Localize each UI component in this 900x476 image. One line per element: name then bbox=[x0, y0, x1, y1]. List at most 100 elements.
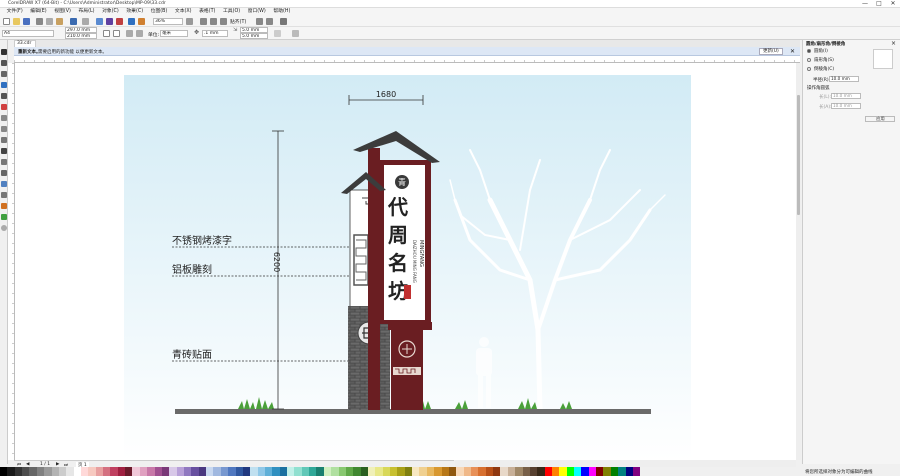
horizontal-scrollbar[interactable] bbox=[455, 460, 796, 467]
palette-swatch[interactable] bbox=[235, 467, 243, 476]
palette-swatch[interactable] bbox=[323, 467, 332, 476]
palette-swatch[interactable] bbox=[154, 467, 162, 476]
palette-swatch[interactable] bbox=[257, 467, 265, 476]
palette-swatch[interactable] bbox=[463, 467, 471, 476]
paste-icon[interactable] bbox=[56, 18, 63, 25]
add-frame-icon[interactable] bbox=[274, 30, 281, 37]
menu-table[interactable]: 表格(T) bbox=[196, 8, 218, 16]
palette-swatch[interactable] bbox=[331, 467, 339, 476]
menu-view[interactable]: 视图(V) bbox=[51, 8, 74, 16]
export-icon[interactable] bbox=[116, 18, 123, 25]
palette-swatch[interactable] bbox=[412, 467, 420, 476]
palette-swatch[interactable] bbox=[198, 467, 207, 476]
connector-tool-icon[interactable] bbox=[1, 170, 7, 176]
cut-icon[interactable] bbox=[36, 18, 43, 25]
new-icon[interactable] bbox=[3, 18, 10, 25]
palette-swatch[interactable] bbox=[220, 467, 229, 476]
close-button[interactable]: ✕ bbox=[886, 0, 900, 8]
page-height-field[interactable]: 210.0 mm bbox=[65, 33, 97, 39]
palette-swatch[interactable] bbox=[66, 467, 74, 476]
palette-swatch[interactable] bbox=[471, 467, 479, 476]
palette-swatch[interactable] bbox=[213, 467, 221, 476]
interactive-effects-icon[interactable] bbox=[1, 181, 7, 187]
palette-swatch[interactable] bbox=[625, 467, 633, 476]
menu-text[interactable]: 文本(X) bbox=[172, 8, 195, 16]
palette-swatch[interactable] bbox=[139, 467, 148, 476]
menu-edit[interactable]: 编辑(E) bbox=[27, 8, 49, 16]
save-icon[interactable] bbox=[23, 18, 30, 25]
open-icon[interactable] bbox=[13, 18, 20, 25]
menu-object[interactable]: 对象(C) bbox=[99, 8, 122, 16]
options-icon[interactable] bbox=[256, 18, 263, 25]
add-tool-icon[interactable] bbox=[1, 225, 7, 231]
zoom-tool-icon[interactable] bbox=[1, 82, 7, 88]
palette-swatch[interactable] bbox=[301, 467, 310, 476]
zoom-options-icon[interactable] bbox=[280, 18, 287, 25]
palette-swatch[interactable] bbox=[176, 467, 184, 476]
units-select[interactable]: 毫米 bbox=[160, 30, 188, 37]
palette-swatch[interactable] bbox=[22, 467, 30, 476]
landscape-icon[interactable] bbox=[113, 30, 120, 37]
menu-window[interactable]: 窗口(W) bbox=[245, 8, 269, 16]
palette-swatch[interactable] bbox=[117, 467, 126, 476]
app-launcher-icon[interactable] bbox=[138, 18, 145, 25]
drawing-canvas[interactable]: 青 代 周 名 坊 DAIZHOU MING FANG MINGFANG 168… bbox=[15, 63, 796, 460]
palette-swatch[interactable] bbox=[80, 467, 89, 476]
palette-swatch[interactable] bbox=[610, 467, 619, 476]
tab-document[interactable]: 33.cdr bbox=[14, 40, 36, 47]
palette-swatch[interactable] bbox=[419, 467, 427, 476]
smart-fill-icon[interactable] bbox=[1, 214, 7, 220]
palette-swatch[interactable] bbox=[382, 467, 391, 476]
palette-swatch[interactable] bbox=[125, 467, 133, 476]
palette-swatch[interactable] bbox=[242, 467, 251, 476]
palette-swatch[interactable] bbox=[309, 467, 317, 476]
palette-swatch[interactable] bbox=[375, 467, 383, 476]
nudge-distance-field[interactable]: .1 mm bbox=[202, 30, 228, 37]
palette-swatch[interactable] bbox=[183, 467, 192, 476]
copy-icon[interactable] bbox=[46, 18, 53, 25]
palette-swatch[interactable] bbox=[441, 467, 449, 476]
palette-swatch[interactable] bbox=[132, 467, 140, 476]
palette-swatch[interactable] bbox=[147, 467, 155, 476]
palette-swatch[interactable] bbox=[515, 467, 523, 476]
ellipse-tool-icon[interactable] bbox=[1, 126, 7, 132]
palette-swatch[interactable] bbox=[574, 467, 582, 476]
undo-icon[interactable] bbox=[70, 18, 77, 25]
palette-swatch[interactable] bbox=[448, 467, 457, 476]
palette-swatch[interactable] bbox=[73, 467, 81, 476]
palette-swatch[interactable] bbox=[618, 467, 626, 476]
palette-swatch[interactable] bbox=[478, 467, 486, 476]
palette-swatch[interactable] bbox=[7, 467, 15, 476]
length2-input[interactable]: 10.0 mm bbox=[831, 103, 861, 109]
vertical-scroll-thumb[interactable] bbox=[797, 95, 800, 215]
radius-input[interactable]: 10.0 mm bbox=[829, 76, 859, 82]
full-screen-icon[interactable] bbox=[186, 18, 193, 25]
crop-tool-icon[interactable] bbox=[1, 71, 7, 77]
duplicate-y-field[interactable]: 5.0 mm bbox=[240, 33, 268, 39]
minimize-button[interactable]: — bbox=[858, 0, 872, 8]
palette-swatch[interactable] bbox=[456, 467, 464, 476]
palette-swatch[interactable] bbox=[14, 467, 23, 476]
palette-swatch[interactable] bbox=[44, 467, 52, 476]
palette-swatch[interactable] bbox=[522, 467, 530, 476]
all-pages-icon[interactable] bbox=[126, 30, 133, 37]
palette-swatch[interactable] bbox=[272, 467, 280, 476]
toggle-docker-icon[interactable] bbox=[292, 30, 299, 37]
palette-swatch[interactable] bbox=[51, 467, 59, 476]
palette-swatch[interactable] bbox=[345, 467, 354, 476]
palette-swatch[interactable] bbox=[559, 467, 567, 476]
apply-button[interactable]: 应用 bbox=[865, 116, 895, 122]
palette-swatch[interactable] bbox=[434, 467, 442, 476]
parallel-dimension-icon[interactable] bbox=[1, 159, 7, 165]
palette-swatch[interactable] bbox=[58, 467, 67, 476]
shape-tool-icon[interactable] bbox=[1, 60, 7, 66]
palette-swatch[interactable] bbox=[588, 467, 597, 476]
palette-swatch[interactable] bbox=[88, 467, 96, 476]
palette-swatch[interactable] bbox=[360, 467, 368, 476]
show-rulers-icon[interactable] bbox=[200, 18, 207, 25]
palette-swatch[interactable] bbox=[294, 467, 302, 476]
palette-swatch[interactable] bbox=[110, 467, 118, 476]
palette-swatch[interactable] bbox=[228, 467, 236, 476]
palette-swatch[interactable] bbox=[316, 467, 324, 476]
welcome-icon[interactable] bbox=[266, 18, 273, 25]
